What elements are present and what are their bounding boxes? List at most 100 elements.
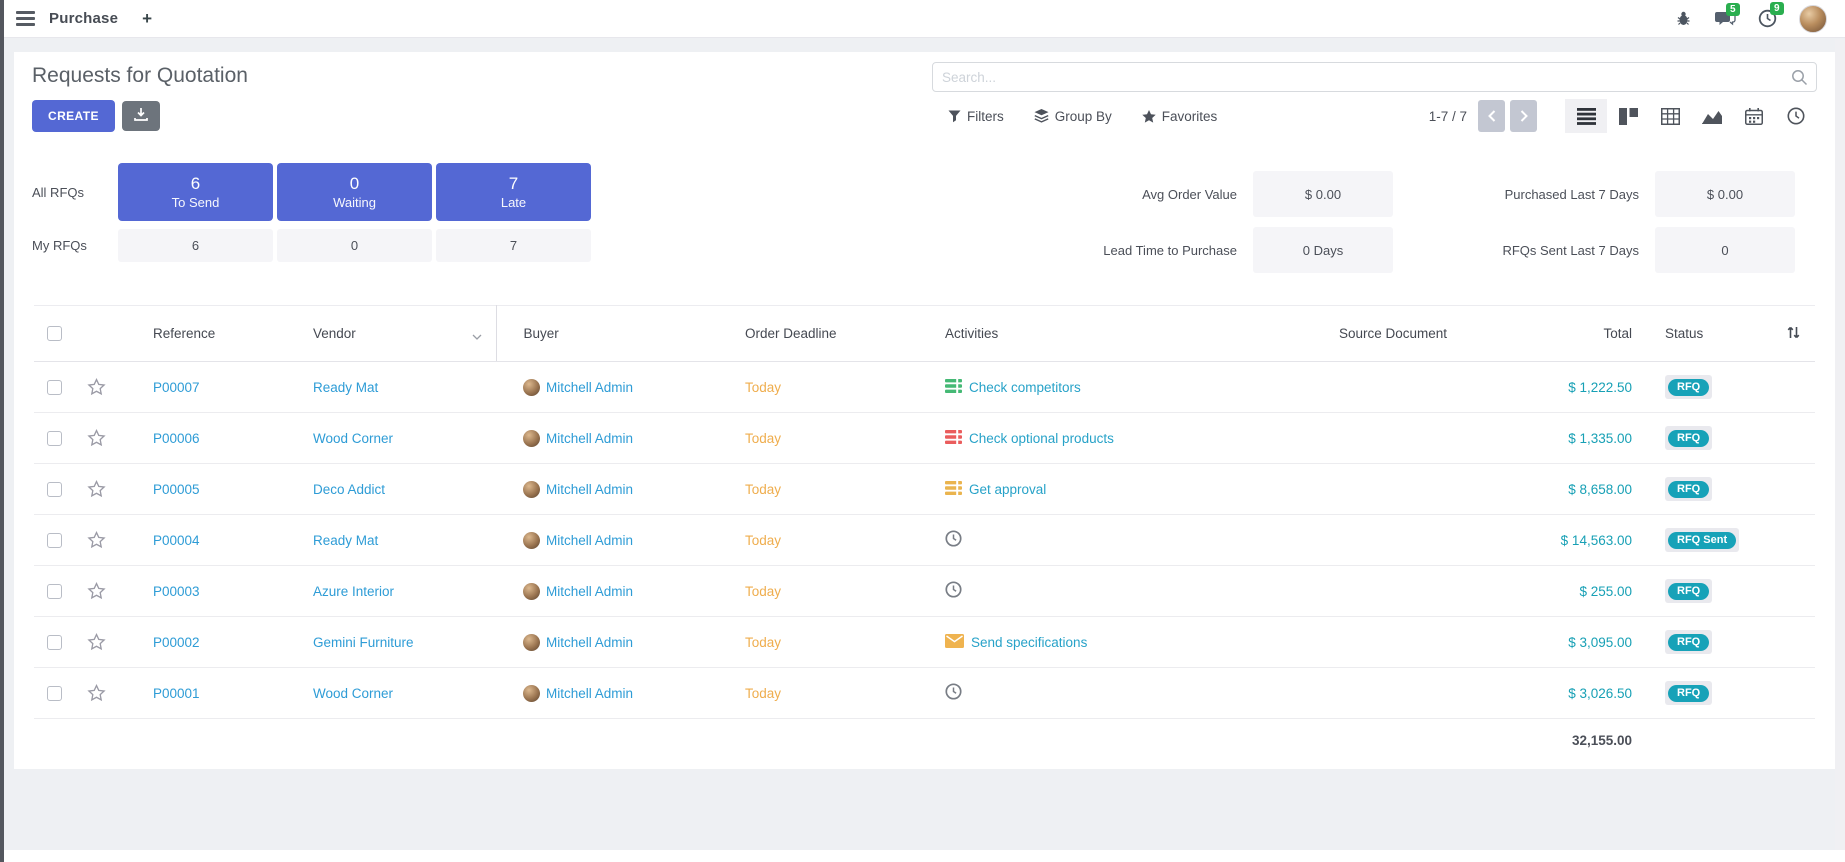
messages-icon[interactable]: 5 <box>1714 10 1736 27</box>
activity-label[interactable]: Check competitors <box>969 380 1081 395</box>
search-input[interactable] <box>933 63 1816 91</box>
table-row[interactable]: P00001 Wood Corner Mitchell Admin Today … <box>34 668 1815 719</box>
pager-previous-button[interactable] <box>1478 100 1505 132</box>
reference-link[interactable]: P00007 <box>153 380 200 395</box>
favorite-star-icon[interactable] <box>74 582 106 600</box>
create-button[interactable]: CREATE <box>32 100 115 132</box>
schedule-activity-clock-icon[interactable] <box>945 530 962 550</box>
group-by-button[interactable]: Group By <box>1034 109 1112 124</box>
activities-clock-icon[interactable]: 9 <box>1758 9 1777 28</box>
vendor-link[interactable]: Wood Corner <box>313 686 393 701</box>
row-checkbox[interactable] <box>47 533 62 548</box>
content-panel: Requests for Quotation CREATE <box>14 52 1835 769</box>
optional-columns-icon[interactable] <box>1786 328 1801 343</box>
row-checkbox[interactable] <box>47 380 62 395</box>
buyer-link[interactable]: Mitchell Admin <box>546 431 633 446</box>
favorite-star-icon[interactable] <box>74 633 106 651</box>
row-checkbox[interactable] <box>47 584 62 599</box>
buyer-link[interactable]: Mitchell Admin <box>546 635 633 650</box>
column-header-status[interactable]: Status <box>1638 306 1768 362</box>
row-checkbox[interactable] <box>47 431 62 446</box>
buyer-link[interactable]: Mitchell Admin <box>546 533 633 548</box>
row-checkbox[interactable] <box>47 635 62 650</box>
column-header-total[interactable]: Total <box>1538 306 1638 362</box>
vendor-link[interactable]: Wood Corner <box>313 431 393 446</box>
vendor-link[interactable]: Ready Mat <box>313 533 378 548</box>
calendar-view-button[interactable] <box>1733 99 1775 133</box>
reference-link[interactable]: P00006 <box>153 431 200 446</box>
schedule-activity-clock-icon[interactable] <box>945 683 962 703</box>
vendor-link[interactable]: Deco Addict <box>313 482 385 497</box>
favorite-star-icon[interactable] <box>74 378 106 396</box>
vendor-link[interactable]: Azure Interior <box>313 584 394 599</box>
reference-link[interactable]: P00003 <box>153 584 200 599</box>
schedule-activity-clock-icon[interactable] <box>945 581 962 601</box>
filters-button[interactable]: Filters <box>948 109 1004 124</box>
activity-list-icon[interactable] <box>945 481 962 498</box>
export-download-button[interactable] <box>122 101 160 131</box>
kanban-view-button[interactable] <box>1607 99 1649 133</box>
rfqs-sent-last-7-days-label: RFQs Sent Last 7 Days <box>1409 243 1639 258</box>
lead-time-value: 0 Days <box>1253 227 1393 273</box>
column-header-reference[interactable]: Reference <box>126 306 286 362</box>
search-icon[interactable] <box>1791 69 1808 89</box>
buyer-link[interactable]: Mitchell Admin <box>546 482 633 497</box>
favorite-star-icon[interactable] <box>74 684 106 702</box>
activity-label[interactable]: Send specifications <box>971 635 1087 650</box>
reference-link[interactable]: P00004 <box>153 533 200 548</box>
select-all-checkbox[interactable] <box>47 326 62 341</box>
my-late-cell[interactable]: 7 <box>436 229 591 262</box>
buyer-link[interactable]: Mitchell Admin <box>546 380 633 395</box>
vendor-link[interactable]: Gemini Furniture <box>313 635 414 650</box>
late-card[interactable]: 7Late <box>436 163 591 221</box>
new-tab-button[interactable]: + <box>142 9 152 29</box>
pager-next-button[interactable] <box>1510 100 1537 132</box>
activity-label[interactable]: Get approval <box>969 482 1046 497</box>
column-header-deadline[interactable]: Order Deadline <box>718 306 918 362</box>
reference-link[interactable]: P00005 <box>153 482 200 497</box>
horizontal-scrollbar[interactable] <box>4 850 1845 862</box>
to-send-card[interactable]: 6To Send <box>118 163 273 221</box>
table-row[interactable]: P00007 Ready Mat Mitchell Admin Today Ch… <box>34 362 1815 413</box>
row-checkbox[interactable] <box>47 686 62 701</box>
table-row[interactable]: P00002 Gemini Furniture Mitchell Admin T… <box>34 617 1815 668</box>
debug-bug-icon[interactable] <box>1675 10 1692 27</box>
email-activity-envelope-icon[interactable] <box>945 634 964 651</box>
list-view-button[interactable] <box>1565 99 1607 133</box>
table-row[interactable]: P00003 Azure Interior Mitchell Admin Tod… <box>34 566 1815 617</box>
avg-order-value: $ 0.00 <box>1253 171 1393 217</box>
favorites-button[interactable]: Favorites <box>1142 109 1218 124</box>
my-waiting-cell[interactable]: 0 <box>277 229 432 262</box>
reference-link[interactable]: P00002 <box>153 635 200 650</box>
app-menu-purchase[interactable]: Purchase <box>49 10 118 27</box>
vendor-link[interactable]: Ready Mat <box>313 380 378 395</box>
my-to-send-cell[interactable]: 6 <box>118 229 273 262</box>
favorite-star-icon[interactable] <box>74 531 106 549</box>
table-row[interactable]: P00004 Ready Mat Mitchell Admin Today $ … <box>34 515 1815 566</box>
kanban-view-icon <box>1619 108 1638 125</box>
buyer-link[interactable]: Mitchell Admin <box>546 686 633 701</box>
pivot-view-icon <box>1661 108 1680 125</box>
graph-view-button[interactable] <box>1691 99 1733 133</box>
list-view-icon <box>1577 108 1596 125</box>
activity-list-icon[interactable] <box>945 430 962 447</box>
column-header-activities[interactable]: Activities <box>918 306 1248 362</box>
column-header-vendor[interactable]: Vendor <box>286 306 496 362</box>
row-checkbox[interactable] <box>47 482 62 497</box>
table-row[interactable]: P00005 Deco Addict Mitchell Admin Today … <box>34 464 1815 515</box>
user-avatar[interactable] <box>1799 5 1827 33</box>
vertical-scrollbar[interactable] <box>1835 39 1845 862</box>
activity-view-button[interactable] <box>1775 99 1817 133</box>
favorite-star-icon[interactable] <box>74 429 106 447</box>
column-header-buyer[interactable]: Buyer <box>496 306 718 362</box>
waiting-card[interactable]: 0Waiting <box>277 163 432 221</box>
activity-label[interactable]: Check optional products <box>969 431 1114 446</box>
activity-list-icon[interactable] <box>945 379 962 396</box>
column-header-source[interactable]: Source Document <box>1248 306 1538 362</box>
reference-link[interactable]: P00001 <box>153 686 200 701</box>
pivot-view-button[interactable] <box>1649 99 1691 133</box>
table-row[interactable]: P00006 Wood Corner Mitchell Admin Today … <box>34 413 1815 464</box>
buyer-link[interactable]: Mitchell Admin <box>546 584 633 599</box>
favorite-star-icon[interactable] <box>74 480 106 498</box>
apps-menu-icon[interactable] <box>16 11 35 26</box>
